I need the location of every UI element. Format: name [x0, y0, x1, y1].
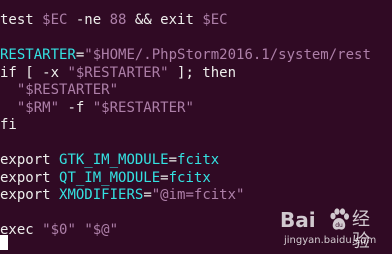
- terminal-line: fi: [0, 116, 17, 134]
- baidu-paw-icon: du: [330, 208, 349, 230]
- terminal-line: export GTK_IM_MODULE=fcitx: [0, 151, 219, 169]
- code-token: QT_IM_MODULE: [59, 169, 161, 186]
- terminal-line: RESTARTER="$HOME/.PhpStorm2016.1/system/…: [0, 46, 371, 64]
- terminal-line: test $EC -ne 88 && exit $EC: [0, 11, 228, 29]
- code-token: $EC: [202, 12, 228, 28]
- code-token: export: [0, 187, 60, 203]
- code-token: fcitx: [168, 169, 211, 186]
- baidu-jingyan-watermark: Bai du 经验 jingyan.baidu.com: [276, 206, 386, 252]
- code-token: export: [0, 169, 60, 186]
- code-token: RESTARTER: [0, 47, 76, 63]
- code-token: =: [143, 187, 152, 203]
- watermark-brand-text: Bai: [280, 208, 316, 232]
- code-token: "@im=fcitx": [151, 187, 245, 203]
- code-token: if [ -x: [0, 64, 68, 81]
- code-token: && exit: [126, 12, 203, 28]
- watermark-url: jingyan.baidu.com: [284, 235, 377, 246]
- terminal-line: export XMODIFIERS="@im=fcitx": [0, 186, 244, 204]
- code-token: "$HOME/.PhpStorm2016.1/system/rest: [84, 47, 371, 63]
- code-token: fcitx: [177, 152, 220, 168]
- code-token: "$RESTARTER": [67, 64, 169, 81]
- code-token: =: [168, 152, 178, 168]
- terminal-line: if [ -x "$RESTARTER" ]; then: [0, 64, 236, 82]
- code-token: ]; then: [168, 64, 237, 81]
- code-token: -f: [59, 99, 93, 116]
- terminal-line: "$RESTARTER": [0, 81, 118, 99]
- code-token: export: [0, 152, 60, 168]
- code-token: "$RM": [16, 99, 60, 116]
- terminal-line: exec "$0" "$@": [0, 221, 118, 239]
- code-token: test: [0, 12, 43, 28]
- code-token: XMODIFIERS: [59, 187, 144, 203]
- code-token: =: [160, 169, 169, 186]
- code-token: "$RESTARTER": [16, 82, 119, 98]
- code-token: "$RESTARTER": [92, 99, 194, 116]
- text-cursor: [0, 235, 8, 250]
- code-token: "$@": [84, 222, 119, 238]
- svg-text:du: du: [335, 222, 343, 229]
- terminal-line: "$RM" -f "$RESTARTER": [0, 99, 194, 117]
- code-token: fi: [0, 117, 17, 133]
- code-token: "$0": [42, 222, 76, 238]
- code-token: GTK_IM_MODULE: [59, 152, 169, 168]
- code-token: $EC: [42, 12, 68, 28]
- code-token: 88: [109, 12, 127, 28]
- terminal-line: export QT_IM_MODULE=fcitx: [0, 169, 211, 187]
- code-token: -ne: [67, 12, 110, 28]
